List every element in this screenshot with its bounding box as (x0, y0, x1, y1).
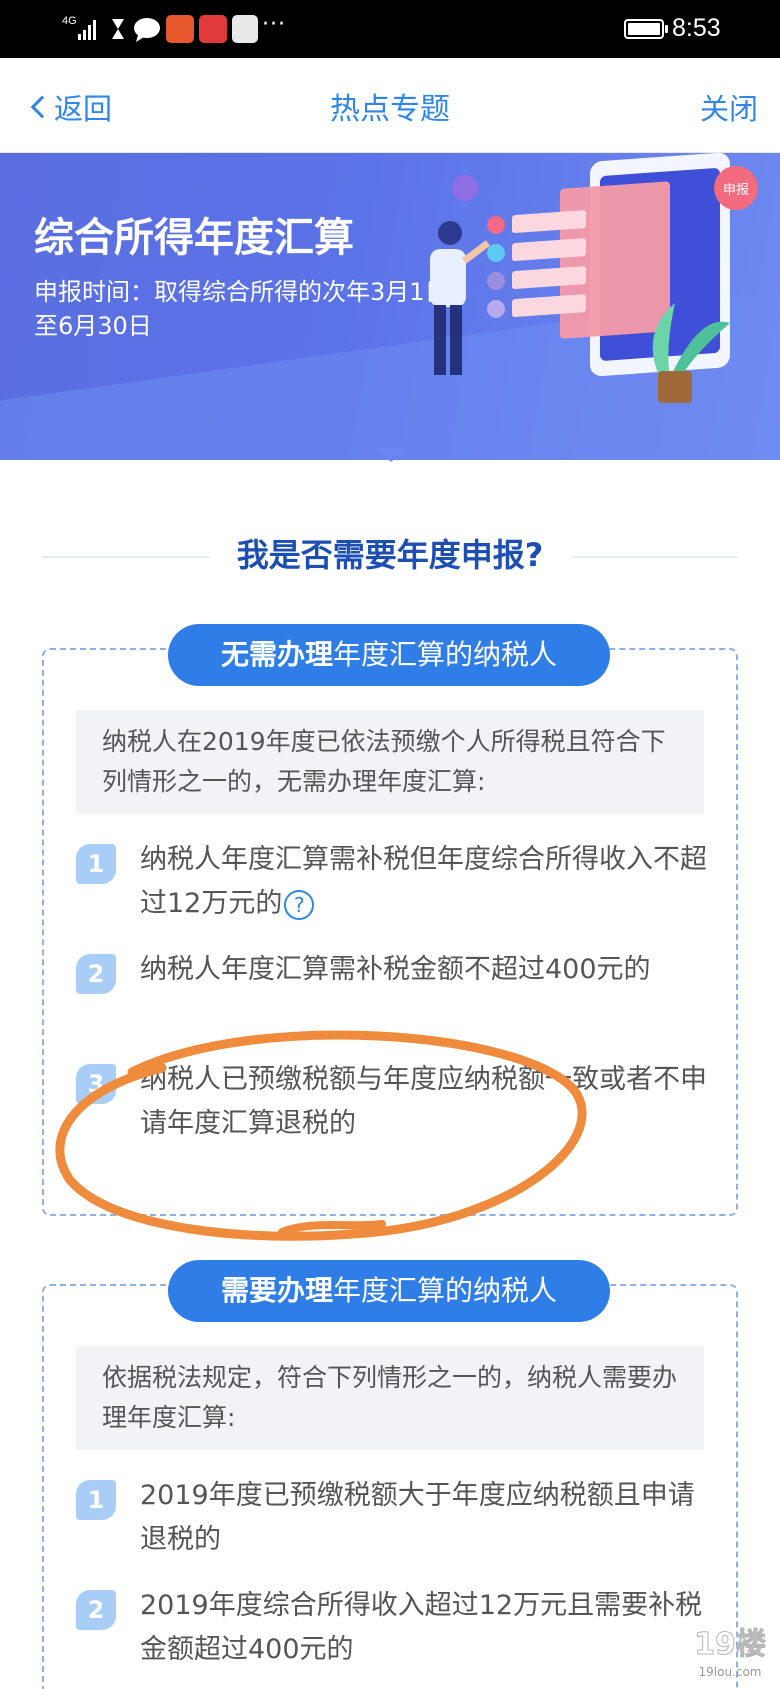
hero-banner: 综合所得年度汇算 申报时间：取得综合所得的次年3月1日至6月30日 申报 (0, 153, 780, 460)
nav-bar: 返回 热点专题 关闭 (0, 58, 780, 153)
badge-text: 申报 (723, 183, 749, 198)
item-text: 2019年度综合所得收入超过12万元且需要补税金额超过400元的 (140, 1590, 703, 1665)
weibo-notification-icon (199, 15, 227, 43)
pill-bold-text: 需要办理 (220, 1274, 333, 1307)
banner-title: 综合所得年度汇算 (34, 215, 354, 261)
page-title: 热点专题 (330, 92, 450, 127)
chat-icon (134, 18, 160, 42)
status-bar: 4G ··· 8:53 (0, 0, 780, 58)
need-pill: 需要办理年度汇算的纳税人 (168, 1260, 610, 1322)
app-notification-icon (166, 15, 194, 43)
svg-text:19楼: 19楼 (694, 1627, 766, 1662)
more-notifications-icon: ··· (262, 12, 286, 37)
signal-icon (78, 16, 96, 40)
item-text: 纳税人年度汇算需补税金额不超过400元的 (140, 954, 651, 985)
19lou-watermark-logo: 19楼 19lou.com (694, 1627, 767, 1680)
map-notification-icon (232, 15, 258, 43)
banner-subtitle: 申报时间：取得综合所得的次年3月1日至6月30日 (34, 278, 449, 340)
question-heading: 我是否需要年度申报? (236, 536, 544, 574)
banner-illustration: 申报 (430, 153, 758, 403)
close-button[interactable]: 关闭 (700, 86, 758, 128)
pill-bold-text: 无需办理 (220, 638, 333, 671)
item-text: 纳税人年度汇算需补税但年度综合所得收入不超过12万元的? (140, 844, 707, 920)
item-text: 2019年度已预缴税额大于年度应纳税额且申请退税的 (140, 1480, 695, 1555)
pill-text: 年度汇算的纳税人 (333, 638, 558, 671)
highlight-circle-annotation (55, 1030, 587, 1241)
network-type-label: 4G (62, 15, 77, 27)
pill-text: 年度汇算的纳税人 (333, 1274, 558, 1307)
need-note: 依据税法规定，符合下列情形之一的，纳税人需要办理年度汇算: (76, 1346, 704, 1450)
battery-icon (624, 19, 668, 39)
no-need-pill: 无需办理年度汇算的纳税人 (168, 624, 610, 686)
banner-notch (375, 448, 407, 462)
item-number: 2 (76, 1590, 116, 1630)
item-number: 1 (76, 1480, 116, 1520)
item-number: 1 (76, 844, 116, 884)
no-need-note: 纳税人在2019年度已依法预缴个人所得税且符合下列情形之一的，无需办理年度汇算: (76, 710, 704, 814)
hourglass-icon (112, 19, 124, 39)
clock: 8:53 (672, 14, 721, 42)
help-icon[interactable]: ? (284, 889, 315, 920)
item-number: 2 (76, 954, 116, 994)
svg-text:19lou.com: 19lou.com (699, 1665, 762, 1679)
